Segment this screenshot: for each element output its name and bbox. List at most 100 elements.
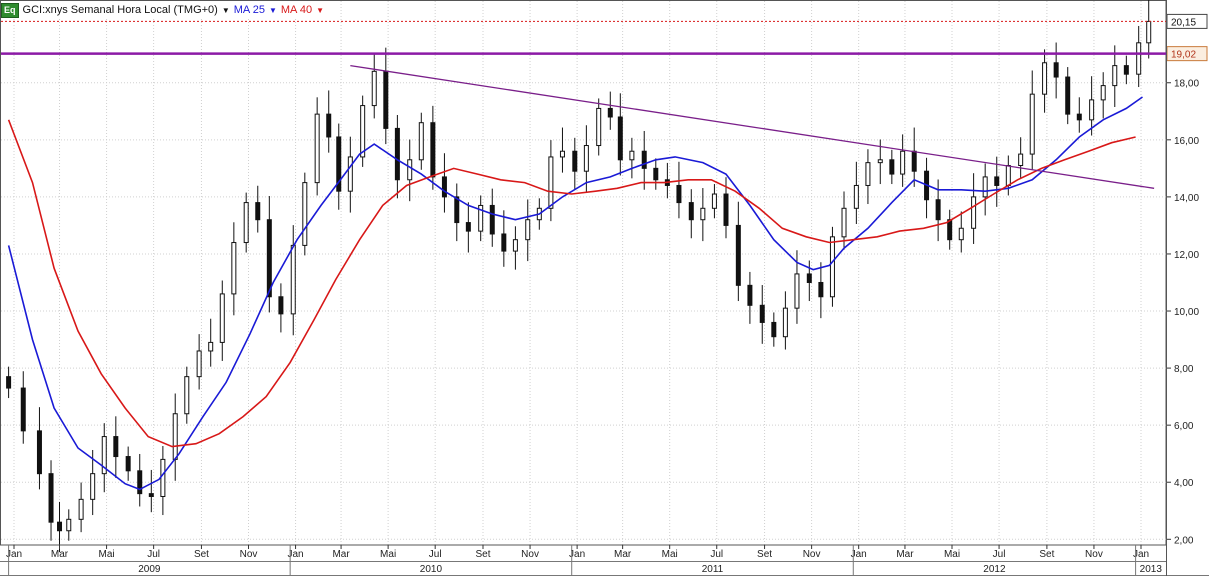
candle-body — [243, 202, 249, 244]
candle-body — [113, 436, 119, 458]
candle-body — [371, 70, 377, 107]
candle-body — [711, 193, 717, 209]
candle-body — [512, 239, 518, 252]
year-label: 2013 — [1140, 564, 1163, 575]
month-label: Set — [475, 549, 490, 560]
candle-body — [465, 222, 471, 232]
candle-body — [441, 176, 447, 198]
candle-body — [572, 150, 578, 172]
candle-body — [489, 204, 495, 235]
eq-badge[interactable]: Eq — [1, 2, 19, 18]
candle-body — [290, 244, 296, 315]
candle-body — [148, 493, 154, 497]
candle-body — [982, 176, 988, 198]
candle-body — [360, 105, 366, 158]
ma40-label[interactable]: MA 40 — [281, 4, 312, 16]
candle-body — [1005, 164, 1011, 186]
candle-body — [877, 159, 883, 164]
month-label: Mar — [51, 549, 69, 560]
axis-layer: 2,00 4,00 6,00 8,00 10,00 12,00 14,00 16,00 18,0… — [0, 0, 1209, 576]
candle-body — [911, 150, 917, 172]
candle-body — [688, 202, 694, 221]
candle-body — [759, 304, 765, 323]
candle-body — [947, 219, 953, 241]
candle-body — [1076, 113, 1082, 121]
candle-body — [723, 193, 729, 226]
last-price-label: 20,15 — [1171, 17, 1196, 28]
candle-body — [994, 176, 1000, 186]
candle-body — [266, 219, 272, 298]
y-tick-label: 12,00 — [1174, 250, 1199, 261]
candle-body — [231, 242, 237, 295]
candle-body — [20, 387, 26, 432]
month-label: Mar — [896, 549, 914, 560]
candle-body — [617, 116, 623, 161]
y-tick-label: 4,00 — [1174, 478, 1194, 489]
month-label: Mai — [662, 549, 678, 560]
candle-body — [1089, 99, 1095, 121]
month-label: Mai — [944, 549, 960, 560]
candle-body — [208, 341, 214, 352]
candle-body — [184, 376, 190, 415]
ma25-dropdown-icon[interactable]: ▼ — [269, 6, 277, 15]
candle-body — [407, 159, 413, 181]
candle-body — [1123, 65, 1129, 75]
candle-body — [794, 273, 800, 309]
candle-body — [314, 113, 320, 184]
candle-body — [172, 413, 178, 460]
candle-body — [958, 227, 964, 241]
candle-body — [865, 162, 871, 186]
candle-body — [90, 473, 96, 500]
month-label: Jul — [429, 549, 442, 560]
candle-body — [1136, 42, 1142, 75]
candle-body — [653, 167, 659, 181]
ma40-dropdown-icon[interactable]: ▼ — [316, 6, 324, 15]
month-label: Mai — [380, 549, 396, 560]
candle-body — [78, 498, 84, 520]
candle-body — [196, 350, 202, 378]
month-label: Nov — [803, 549, 821, 560]
symbol-label[interactable]: GCI:xnys Semanal Hora Local (TMG+0) — [23, 4, 218, 16]
y-tick-label: 6,00 — [1174, 421, 1194, 432]
level-price-label: 19,02 — [1171, 50, 1196, 61]
candle-body — [66, 518, 72, 532]
month-label: Jul — [710, 549, 723, 560]
chart-svg: 2,00 4,00 6,00 8,00 10,00 12,00 14,00 16,00 18,0… — [0, 0, 1209, 576]
candle-body — [641, 150, 647, 169]
candle-body — [1042, 62, 1048, 95]
candle-body — [1029, 93, 1035, 155]
y-tick-label: 16,00 — [1174, 136, 1199, 147]
candle-body — [6, 376, 12, 389]
candle-body — [583, 145, 589, 172]
ma25-label[interactable]: MA 25 — [234, 4, 265, 16]
candle-body — [36, 430, 42, 475]
candle-body — [782, 307, 788, 338]
candle-body — [596, 107, 602, 147]
candle-body — [629, 150, 635, 161]
candle-body — [818, 281, 824, 298]
candle-body — [1053, 62, 1059, 78]
candle-body — [418, 122, 424, 161]
candle-body — [219, 293, 225, 343]
symbol-dropdown-icon[interactable]: ▼ — [222, 6, 230, 15]
candle-body — [841, 207, 847, 238]
candle-body — [735, 224, 741, 286]
candle-body — [347, 156, 353, 192]
y-tick-label: 10,00 — [1174, 307, 1199, 318]
candle-body — [829, 236, 835, 298]
candle-body — [125, 456, 131, 472]
month-label: Set — [1039, 549, 1054, 560]
year-label: 2011 — [702, 564, 724, 575]
candle-body — [548, 156, 554, 209]
month-label: Jul — [147, 549, 160, 560]
candle-body — [771, 321, 777, 338]
candle-body — [853, 184, 859, 209]
candle-body — [676, 184, 682, 204]
month-label: Set — [194, 549, 209, 560]
candle-body — [430, 122, 436, 178]
candle-body — [747, 284, 753, 306]
y-tick-label: 8,00 — [1174, 364, 1194, 375]
candle-body — [525, 219, 531, 241]
candle-body — [255, 202, 261, 221]
y-tick-label: 18,00 — [1174, 79, 1199, 90]
